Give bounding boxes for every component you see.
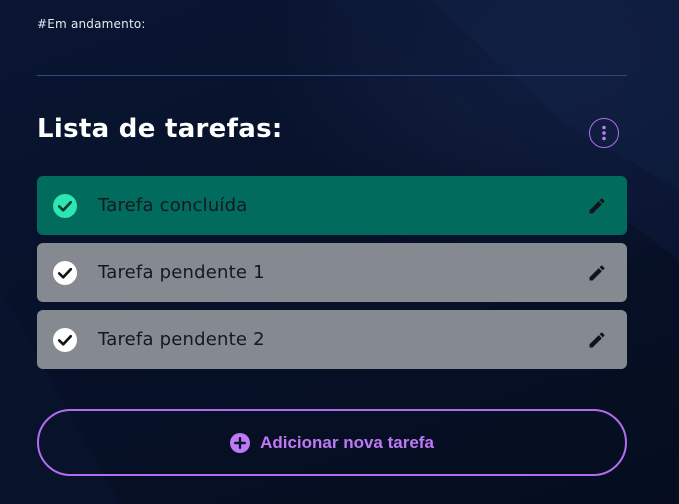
more-vertical-icon xyxy=(602,125,606,141)
task-item-pending-1[interactable]: Tarefa pendente 1 xyxy=(37,243,627,302)
task-check-toggle[interactable] xyxy=(52,260,78,286)
add-task-button[interactable]: Adicionar nova tarefa xyxy=(37,409,627,476)
task-item-pending-2[interactable]: Tarefa pendente 2 xyxy=(37,310,627,369)
task-item-done[interactable]: Tarefa concluída xyxy=(37,176,627,235)
divider xyxy=(37,75,627,76)
edit-task-button[interactable] xyxy=(585,328,609,352)
pencil-icon xyxy=(589,331,605,347)
task-check-toggle[interactable] xyxy=(52,193,78,219)
check-circle-icon xyxy=(53,327,77,352)
task-check-toggle[interactable] xyxy=(52,327,78,353)
pencil-icon xyxy=(589,264,605,280)
task-label: Tarefa concluída xyxy=(98,195,248,216)
pencil-icon xyxy=(589,197,605,213)
list-title: Lista de tarefas: xyxy=(37,114,283,144)
edit-task-button[interactable] xyxy=(585,194,609,218)
plus-circle-icon xyxy=(230,432,251,453)
edit-task-button[interactable] xyxy=(585,261,609,285)
check-circle-icon xyxy=(53,260,77,285)
status-label: #Em andamento: xyxy=(37,17,146,31)
check-circle-icon xyxy=(53,193,77,218)
more-options-button[interactable] xyxy=(589,118,619,148)
task-label: Tarefa pendente 1 xyxy=(98,262,265,283)
task-label: Tarefa pendente 2 xyxy=(98,329,265,350)
task-panel: #Em andamento: Lista de tarefas: Tarefa … xyxy=(0,0,679,504)
add-task-label: Adicionar nova tarefa xyxy=(260,432,434,452)
